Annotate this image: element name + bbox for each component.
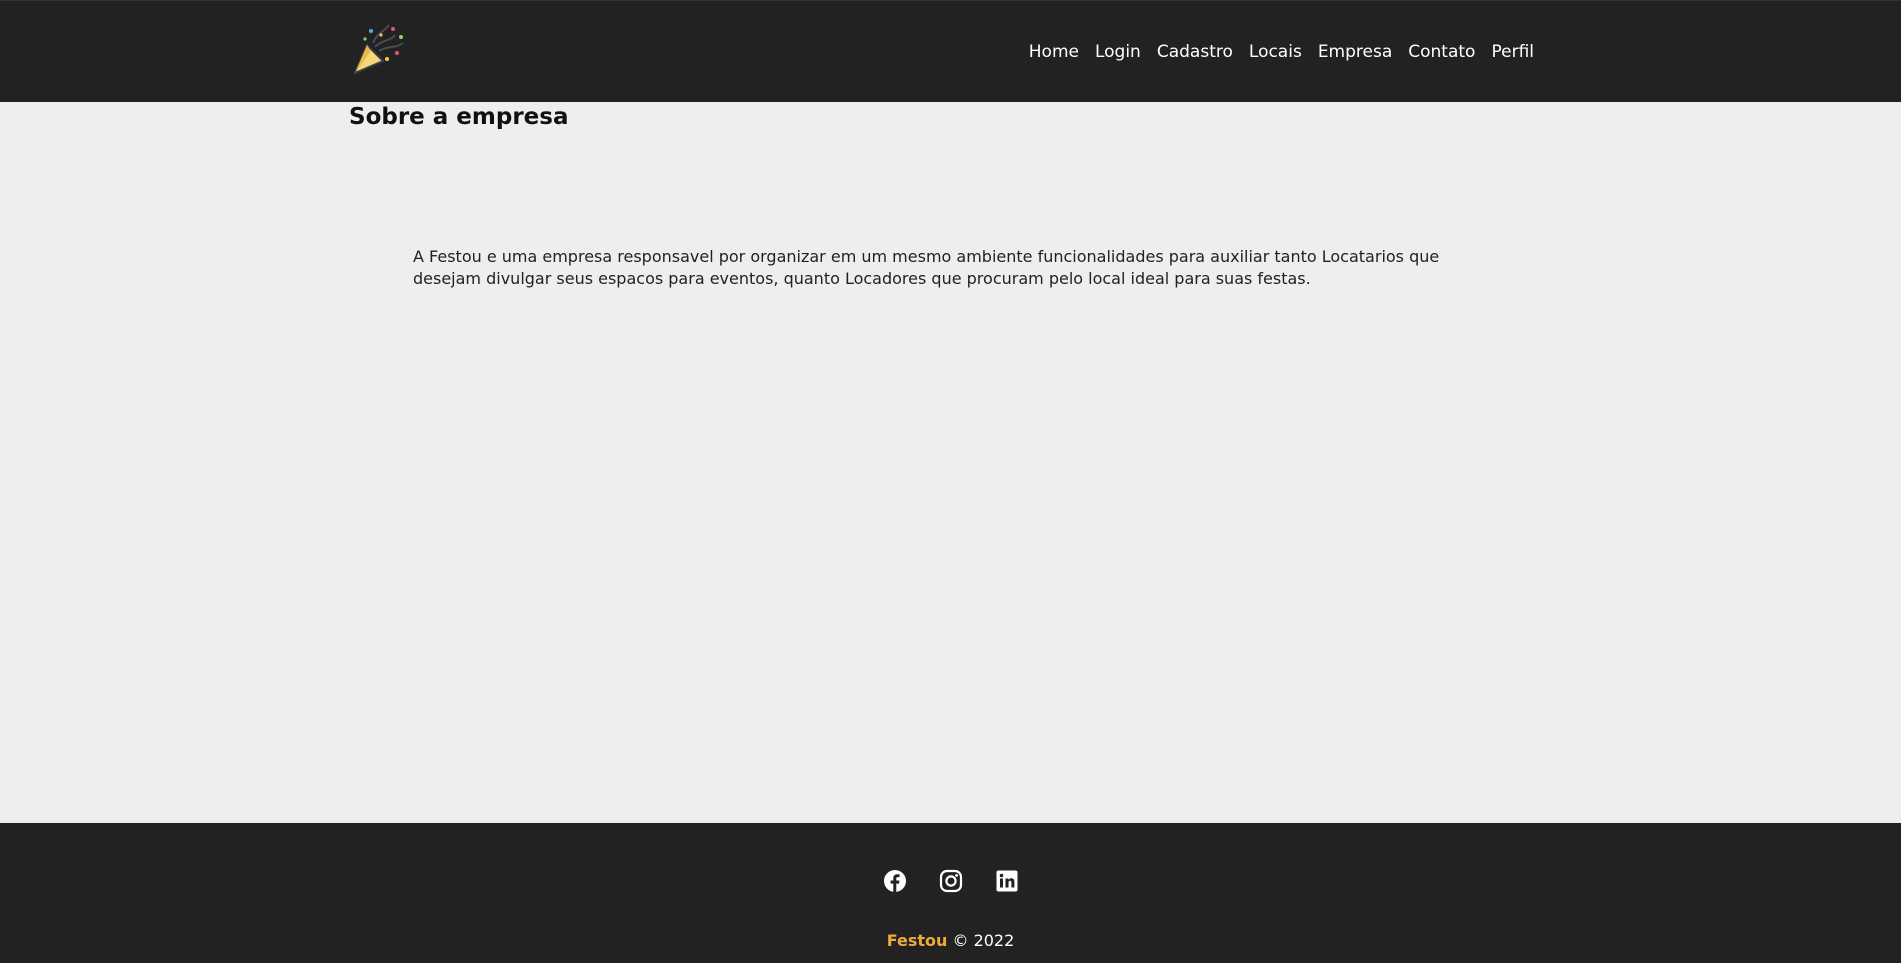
copyright: Festou © 2022 xyxy=(0,931,1901,950)
nav-login[interactable]: Login xyxy=(1095,39,1141,65)
top-navbar: Home Login Cadastro Locais Empresa Conta… xyxy=(0,0,1901,102)
footer: Festou © 2022 xyxy=(0,823,1901,963)
nav-perfil[interactable]: Perfil xyxy=(1491,39,1534,65)
linkedin-link[interactable] xyxy=(995,869,1019,893)
copyright-year: © 2022 xyxy=(952,931,1015,950)
about-paragraph: A Festou e uma empresa responsavel por o… xyxy=(413,247,1440,288)
linkedin-icon xyxy=(996,870,1017,892)
social-links xyxy=(0,869,1901,893)
nav-contato[interactable]: Contato xyxy=(1408,39,1475,65)
page-title: Sobre a empresa xyxy=(349,104,569,130)
nav-empresa[interactable]: Empresa xyxy=(1318,39,1392,65)
instagram-icon xyxy=(939,869,962,893)
main-nav: Home Login Cadastro Locais Empresa Conta… xyxy=(1029,39,1534,65)
footer-brand: Festou xyxy=(886,931,948,950)
nav-locais[interactable]: Locais xyxy=(1249,39,1302,65)
facebook-link[interactable] xyxy=(883,869,907,893)
facebook-icon xyxy=(883,870,906,892)
nav-home[interactable]: Home xyxy=(1029,39,1079,65)
instagram-link[interactable] xyxy=(939,869,963,893)
party-popper-icon xyxy=(353,24,404,75)
nav-cadastro[interactable]: Cadastro xyxy=(1157,39,1233,65)
